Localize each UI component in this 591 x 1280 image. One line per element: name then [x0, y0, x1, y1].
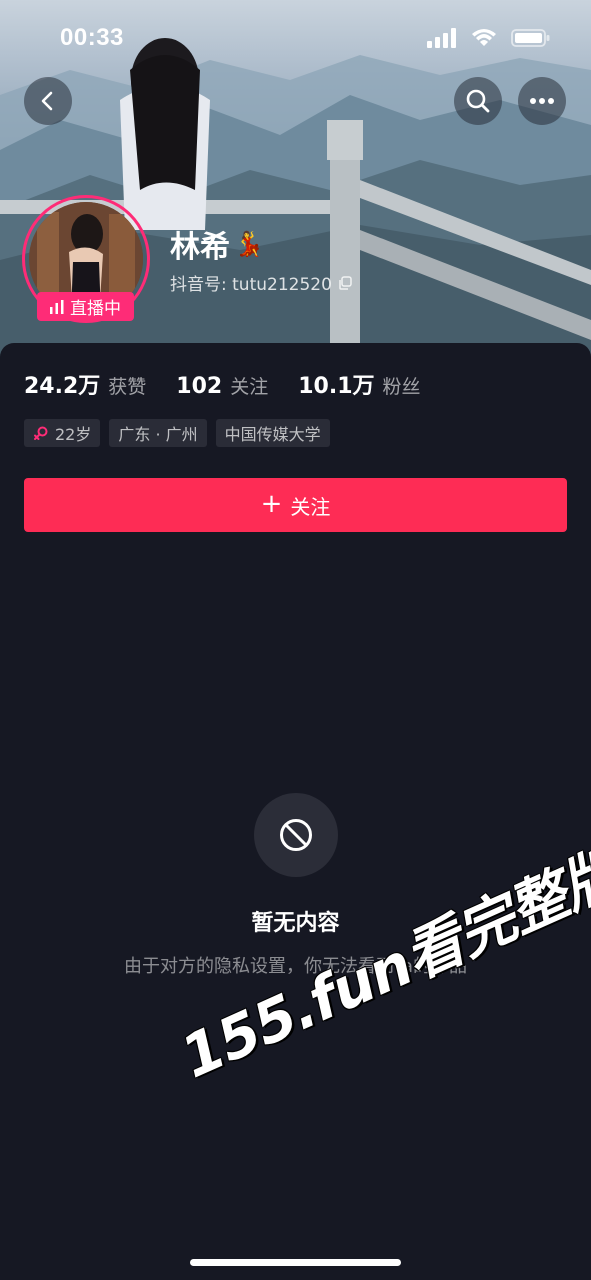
name-row: 林希 💃	[170, 222, 264, 266]
douyin-id[interactable]: 抖音号: tutu212520	[170, 270, 352, 295]
female-icon	[34, 426, 48, 440]
tag-school: 中国传媒大学	[215, 419, 330, 447]
tag-location: 广东 · 广州	[109, 419, 207, 447]
empty-state-icon-wrap	[254, 793, 338, 877]
follow-button-label: 关注	[290, 494, 331, 519]
live-bars-icon	[50, 299, 64, 314]
follow-button[interactable]: + 关注	[24, 478, 567, 532]
live-badge[interactable]: 直播中	[37, 292, 134, 321]
more-dots-icon	[530, 98, 554, 104]
copy-icon[interactable]	[338, 275, 352, 290]
stat-likes-value: 24.2万	[24, 374, 101, 399]
stat-following-value: 102	[176, 374, 223, 399]
stat-followers-label: 粉丝	[382, 376, 421, 398]
dancer-emoji: 💃	[234, 230, 264, 258]
chevron-left-icon	[41, 91, 53, 111]
stat-likes-label: 获赞	[108, 376, 147, 398]
profile-tags: 22岁 广东 · 广州 中国传媒大学	[24, 419, 330, 447]
plus-icon: +	[260, 488, 283, 519]
nickname: 林希	[170, 230, 230, 265]
douyin-id-text: 抖音号: tutu212520	[170, 275, 332, 295]
stat-followers-value: 10.1万	[298, 374, 375, 399]
stat-likes[interactable]: 24.2万 获赞	[24, 368, 146, 400]
status-time: 00:33	[60, 24, 124, 51]
profile-stats: 24.2万 获赞 102 关注 10.1万 粉丝	[24, 368, 451, 400]
signal-icon	[427, 28, 456, 48]
back-button[interactable]	[24, 77, 72, 125]
tag-age-text: 22岁	[55, 425, 92, 444]
prohibited-icon	[280, 819, 312, 851]
tag-school-text: 中国传媒大学	[224, 425, 321, 444]
battery-icon	[511, 29, 550, 47]
profile-cover-image	[0, 0, 591, 380]
search-button[interactable]	[454, 77, 502, 125]
search-icon	[466, 89, 490, 113]
status-icons	[427, 28, 551, 48]
tag-location-text: 广东 · 广州	[118, 425, 198, 444]
live-badge-label: 直播中	[70, 299, 121, 319]
profile-screen: 00:33 直播中 林希 💃 抖音号: tutu212520 24.2万 获赞 …	[0, 0, 591, 1280]
home-indicator[interactable]	[190, 1259, 401, 1266]
wifi-icon	[472, 29, 496, 46]
stat-following-label: 关注	[230, 376, 269, 398]
stat-followers[interactable]: 10.1万 粉丝	[298, 368, 420, 400]
more-button[interactable]	[518, 77, 566, 125]
stat-following[interactable]: 102 关注	[176, 372, 268, 399]
tag-age: 22岁	[24, 419, 101, 447]
